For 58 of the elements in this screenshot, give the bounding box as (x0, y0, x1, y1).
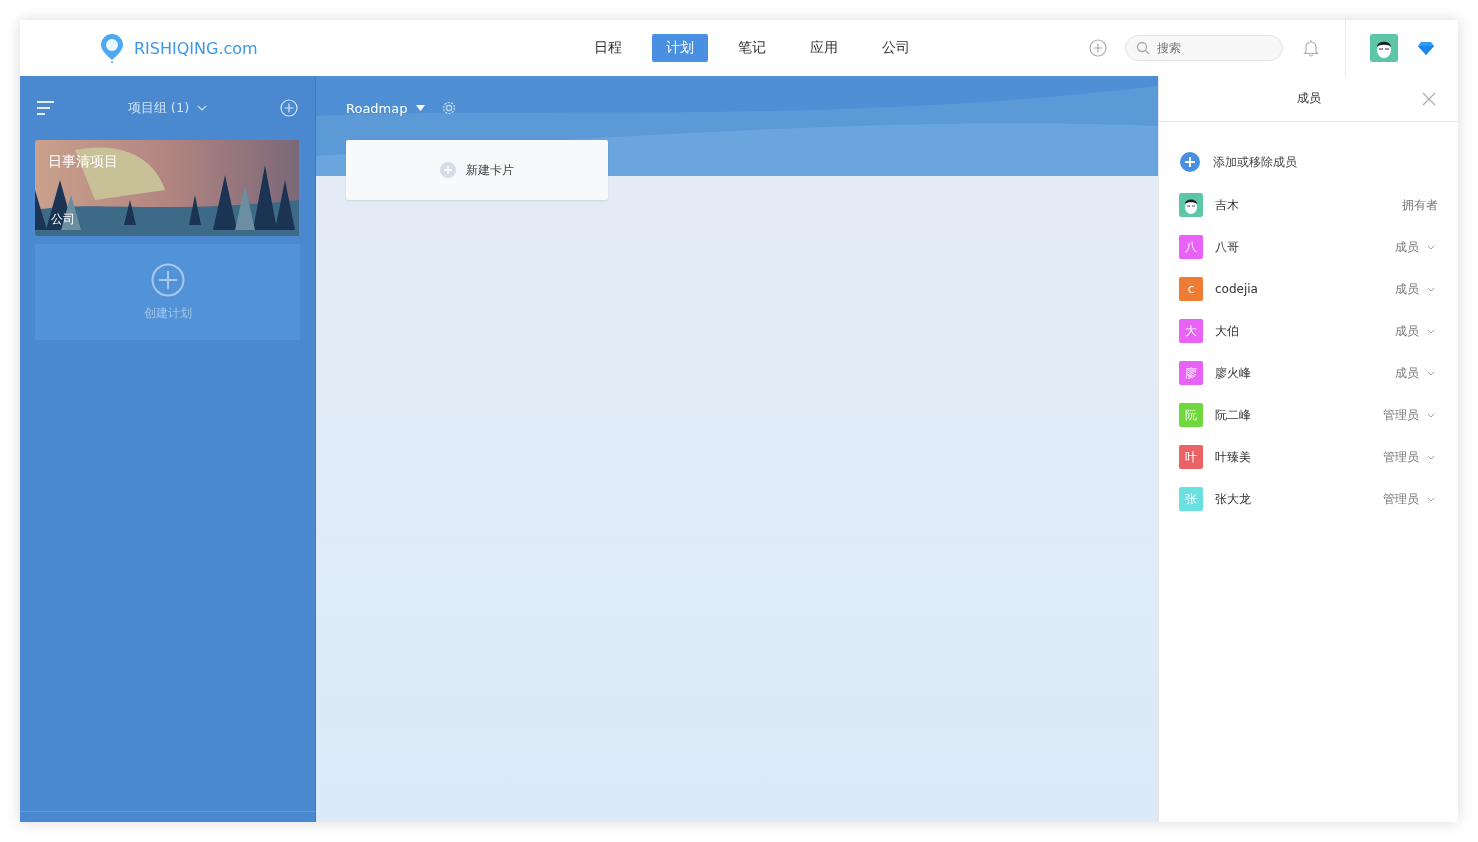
menu-icon[interactable] (37, 100, 55, 116)
settings-icon[interactable] (440, 100, 457, 116)
logo-text[interactable]: RISHIQING.com (134, 38, 258, 58)
caret-icon[interactable] (415, 105, 425, 111)
nav-tab[interactable]: 公司 (868, 34, 924, 62)
member-name: 八哥 (1215, 238, 1240, 256)
board-title[interactable]: Roadmap (346, 100, 408, 116)
role-selector[interactable]: 成员 (1393, 280, 1438, 298)
add-member-link[interactable]: 添加或移除成员 (1213, 153, 1297, 171)
member-name: 吉木 (1215, 196, 1240, 214)
add-icon (440, 162, 456, 178)
member-name: 大伯 (1215, 322, 1240, 340)
nav-tab[interactable]: 日程 (580, 34, 636, 62)
project-label: 公司 (51, 211, 75, 228)
add-icon[interactable] (1089, 39, 1107, 57)
member-avatar: 廖 (1179, 361, 1203, 385)
role-selector: 拥有者 (1402, 196, 1438, 214)
member-avatar: 八 (1179, 235, 1203, 259)
member-name: 张大龙 (1215, 490, 1252, 508)
member-avatar: 阮 (1179, 403, 1203, 427)
member-avatar: 大 (1179, 319, 1203, 343)
search-field[interactable]: 搜索 (1125, 35, 1283, 61)
nav-tab[interactable]: 笔记 (724, 34, 780, 62)
chevron-down-icon[interactable] (1427, 412, 1435, 418)
member-avatar: c (1179, 277, 1203, 301)
role-selector[interactable]: 管理员 (1381, 448, 1438, 466)
add-icon (150, 262, 185, 297)
member-name: 廖火峰 (1215, 364, 1252, 382)
role-selector[interactable]: 成员 (1393, 322, 1438, 340)
add-member-icon[interactable] (1180, 152, 1200, 172)
notification-bell-icon[interactable] (1303, 39, 1319, 57)
member-name: codejia (1215, 282, 1259, 296)
role-selector[interactable]: 管理员 (1381, 406, 1438, 424)
member-avatar: 叶 (1179, 445, 1203, 469)
chevron-down-icon[interactable] (1427, 370, 1435, 376)
user-avatar[interactable] (1370, 34, 1398, 62)
close-icon[interactable] (1422, 92, 1436, 106)
role-selector[interactable]: 管理员 (1381, 490, 1438, 508)
member-avatar: 张 (1179, 487, 1203, 511)
role-selector[interactable]: 成员 (1393, 364, 1438, 382)
member-name: 叶臻美 (1215, 448, 1252, 466)
project-title: 日事清项目 (48, 153, 118, 171)
chevron-down-icon[interactable] (1427, 328, 1435, 334)
chevron-down-icon[interactable] (1427, 454, 1435, 460)
chevron-down-icon[interactable] (1427, 286, 1435, 292)
diamond-icon[interactable] (1418, 41, 1434, 55)
project-card[interactable]: 日事清项目 公司 (35, 140, 300, 236)
create-plan-label: 创建计划 (143, 304, 192, 322)
chevron-down-icon[interactable] (1427, 244, 1435, 250)
panel-title: 成员 (1296, 90, 1321, 107)
nav-tab[interactable]: 计划 (652, 34, 708, 62)
new-card-button[interactable]: 新建卡片 (346, 140, 608, 200)
member-name: 阮二峰 (1215, 406, 1252, 424)
role-selector[interactable]: 成员 (1393, 238, 1438, 256)
map-pin-icon (100, 33, 124, 63)
chevron-down-icon[interactable] (1427, 496, 1435, 502)
group-selector[interactable]: 项目组 (1) (127, 99, 190, 117)
nav-tab[interactable]: 应用 (796, 34, 852, 62)
